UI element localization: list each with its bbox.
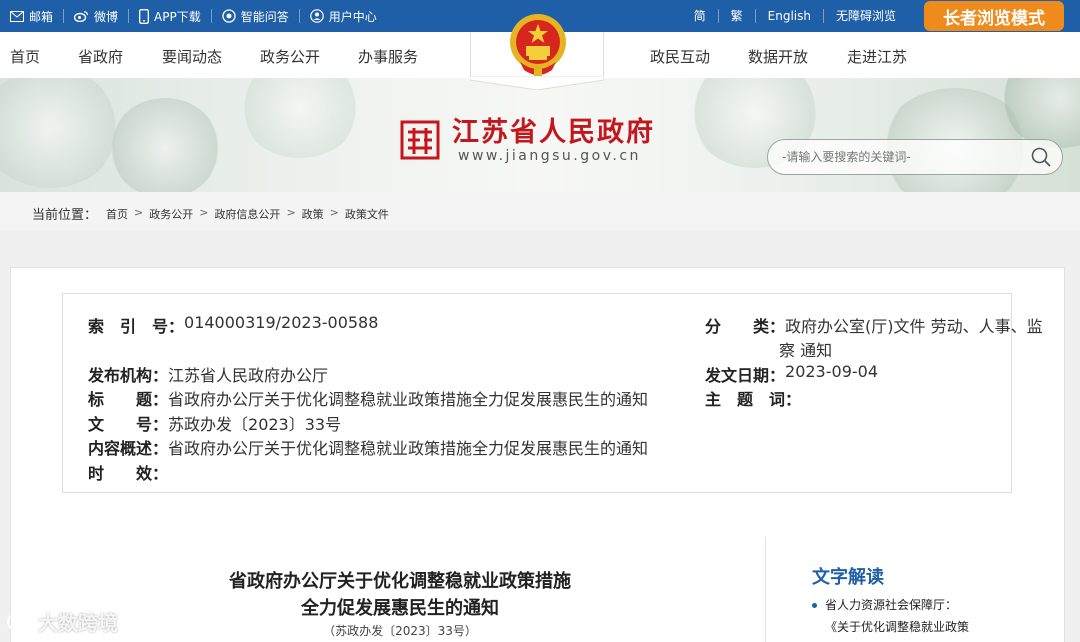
meta-category: 分 类： 政府办公室(厅)文件 劳动、人事、监 — [705, 313, 1043, 337]
weibo-link[interactable]: 微博 — [64, 9, 130, 24]
meta-validity-key: 时 效： — [88, 464, 169, 483]
nav-interaction[interactable]: 政民互动 — [650, 46, 710, 67]
meta-index: 索 引 号： 014000319/2023-00588 — [88, 313, 378, 337]
meta-category-cont: 察 通知 — [779, 337, 832, 361]
user-center-link[interactable]: 用户中心 — [300, 9, 387, 24]
national-emblem-icon[interactable] — [506, 10, 570, 82]
breadcrumb-home[interactable]: 首页 — [106, 206, 128, 222]
meta-index-key: 索 引 号： — [88, 317, 185, 336]
smart-qa-link[interactable]: 智能问答 — [212, 9, 300, 24]
flower-decoration — [0, 78, 120, 188]
meta-subject: 主 题 词： — [705, 386, 801, 410]
meta-category-value: 政府办公室(厅)文件 劳动、人事、监 — [785, 317, 1043, 336]
meta-date: 发文日期： 2023-09-04 — [705, 362, 878, 386]
app-download-label: APP下载 — [154, 9, 201, 24]
nav-province-gov[interactable]: 省政府 — [78, 46, 123, 67]
meta-docno-key: 文 号： — [88, 415, 169, 434]
user-icon — [309, 9, 324, 23]
nav-home[interactable]: 首页 — [10, 46, 40, 67]
traditional-link[interactable]: 繁 — [717, 9, 755, 23]
meta-org-value: 江苏省人民政府办公厅 — [168, 366, 329, 385]
search-box — [767, 139, 1063, 175]
jiangsu-logo-icon — [400, 120, 440, 160]
meta-title: 标 题： 省政府办公厅关于优化调整稳就业政策措施全力促发展惠民生的通知 — [88, 386, 648, 410]
interpretation-item[interactable]: 省人力资源社会保障厅： 《关于优化调整稳就业政策 — [812, 594, 969, 638]
meta-index-value: 014000319/2023-00588 — [184, 313, 379, 332]
nav-about-jiangsu[interactable]: 走进江苏 — [847, 46, 907, 67]
meta-org-key: 发布机构： — [88, 366, 169, 385]
breadcrumb-gov-info[interactable]: 政府信息公开 — [214, 206, 280, 222]
meta-summary-value: 省政府办公厅关于优化调整稳就业政策措施全力促发展惠民生的通知 — [168, 439, 649, 458]
breadcrumb-separator: > — [329, 206, 339, 219]
breadcrumb-policy[interactable]: 政策 — [302, 206, 324, 222]
breadcrumb-policy-docs[interactable]: 政策文件 — [345, 206, 389, 222]
weibo-icon — [74, 11, 89, 22]
meta-category-key: 分 类： — [705, 317, 786, 336]
nav-news[interactable]: 要闻动态 — [162, 46, 222, 67]
document-title-line1: 省政府办公厅关于优化调整稳就业政策措施 — [229, 571, 571, 592]
flower-decoration — [240, 78, 360, 158]
nav-open-data[interactable]: 数据开放 — [748, 46, 808, 67]
english-link[interactable]: English — [754, 9, 823, 23]
interpretation-item-line2: 《关于优化调整稳就业政策 — [825, 620, 970, 634]
watermark-text: 大数跨境 — [38, 611, 118, 635]
meta-docno-value: 苏政办发〔2023〕33号 — [168, 415, 342, 434]
meta-subject-key: 主 题 词： — [705, 390, 802, 409]
accessibility-link[interactable]: 无障碍浏览 — [822, 9, 908, 23]
meta-summary: 内容概述： 省政府办公厅关于优化调整稳就业政策措施全力促发展惠民生的通知 — [88, 435, 648, 459]
site-url: www.jiangsu.gov.cn — [458, 148, 641, 164]
meta-date-key: 发文日期： — [705, 366, 786, 385]
simplified-link[interactable]: 简 — [682, 9, 718, 23]
breadcrumb: 当前位置： 首页 > 政务公开 > 政府信息公开 > 政策 > 政策文件 — [0, 192, 1080, 230]
breadcrumb-label: 当前位置： — [32, 208, 98, 223]
language-links: 简 繁 English 无障碍浏览 — [682, 0, 908, 32]
meta-title-value: 省政府办公厅关于优化调整稳就业政策措施全力促发展惠民生的通知 — [168, 390, 649, 409]
flower-decoration — [110, 98, 220, 192]
elder-mode-button[interactable]: 长者浏览模式 — [924, 1, 1064, 31]
column-divider — [765, 537, 766, 642]
interpretation-title: 文字解读 — [812, 567, 884, 588]
nav-public-affairs[interactable]: 政务公开 — [260, 46, 320, 67]
document-number: （苏政办发〔2023〕33号） — [323, 624, 477, 638]
mobile-icon — [139, 8, 149, 24]
mail-label: 邮箱 — [29, 9, 54, 24]
document-title-line2: 全力促发展惠民生的通知 — [301, 598, 499, 619]
meta-org: 发布机构： 江苏省人民政府办公厅 — [88, 362, 328, 386]
mail-link[interactable]: 邮箱 — [10, 9, 65, 24]
qa-icon — [222, 9, 236, 23]
meta-title-key: 标 题： — [88, 390, 169, 409]
breadcrumb-path: 首页 > 政务公开 > 政府信息公开 > 政策 > 政策文件 — [106, 206, 389, 222]
watermark-logo-icon — [7, 613, 33, 630]
breadcrumb-separator: > — [199, 206, 209, 219]
app-download-link[interactable]: APP下载 — [129, 8, 212, 24]
bullet-icon — [812, 603, 817, 608]
meta-validity: 时 效： — [88, 460, 168, 484]
site-title: 江苏省人民政府 — [452, 117, 655, 148]
meta-summary-key: 内容概述： — [88, 439, 169, 458]
breadcrumb-public-affairs[interactable]: 政务公开 — [149, 206, 193, 222]
weibo-label: 微博 — [94, 9, 119, 24]
search-icon[interactable] — [1030, 146, 1052, 168]
meta-category-value-2: 察 通知 — [779, 341, 833, 360]
nav-services[interactable]: 办事服务 — [358, 46, 418, 67]
utility-links: 邮箱 微博 APP下载 智能问答 用户中心 — [10, 0, 387, 32]
watermark: 大数跨境 — [6, 607, 118, 636]
interpretation-item-line1: 省人力资源社会保障厅： — [825, 598, 958, 612]
mail-icon — [10, 10, 24, 22]
meta-date-value: 2023-09-04 — [785, 362, 878, 381]
breadcrumb-separator: > — [286, 206, 296, 219]
smart-qa-label: 智能问答 — [240, 9, 289, 24]
meta-docno: 文 号： 苏政办发〔2023〕33号 — [88, 411, 341, 435]
breadcrumb-separator: > — [134, 206, 144, 219]
search-input[interactable] — [782, 148, 1012, 166]
user-center-label: 用户中心 — [328, 9, 377, 24]
